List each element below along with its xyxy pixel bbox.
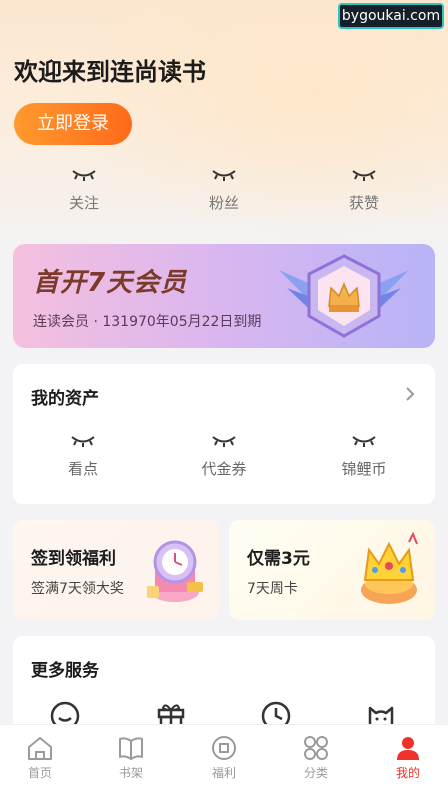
stat-label: 粉丝	[208, 194, 239, 212]
vip-badge-icon	[279, 254, 409, 338]
assets-title: 我的资产	[31, 389, 99, 409]
gift-clock-icon	[147, 540, 203, 602]
weekly-card-promo[interactable]: 仅需3元 7天周卡	[229, 520, 435, 620]
promo-title: 签到领福利	[31, 549, 116, 569]
tab-bookshelf[interactable]: 书架	[91, 725, 171, 788]
tab-label: 首页	[27, 766, 52, 780]
chevron-right-icon[interactable]	[405, 386, 415, 402]
grid-icon	[304, 736, 328, 760]
hidden-eye-icon	[352, 436, 376, 447]
hidden-eye-icon	[71, 436, 95, 447]
login-button[interactable]: 立即登录	[14, 103, 132, 145]
tab-home[interactable]: 首页	[0, 725, 80, 788]
asset-label: 代金券	[201, 460, 247, 478]
asset-label: 看点	[67, 460, 98, 478]
stat-fans[interactable]: 粉丝	[174, 168, 274, 213]
promo-title: 仅需3元	[247, 549, 310, 569]
tab-label: 我的	[395, 766, 420, 780]
vip-subtitle: 连读会员 · 131970年05月22日到期	[33, 314, 262, 330]
crown-treasure-icon	[361, 532, 418, 604]
asset-points[interactable]: 看点	[33, 434, 133, 479]
tab-category[interactable]: 分类	[276, 725, 356, 788]
hidden-eye-icon	[212, 436, 236, 447]
watermark: bygoukai.com	[338, 3, 444, 29]
tab-mine[interactable]: 我的	[368, 725, 448, 788]
user-icon	[397, 737, 419, 760]
tab-welfare[interactable]: 福利	[184, 725, 264, 788]
assets-card: 我的资产 看点 代金券 锦鲤币	[13, 364, 435, 504]
asset-label: 锦鲤币	[341, 460, 387, 478]
stat-label: 关注	[68, 194, 99, 212]
tab-label: 分类	[303, 766, 328, 780]
services-title: 更多服务	[31, 661, 99, 681]
promo-subtitle: 7天周卡	[247, 581, 298, 597]
welcome-title: 欢迎来到连尚读书	[14, 58, 206, 86]
tab-label: 书架	[118, 766, 143, 780]
stat-likes[interactable]: 获赞	[314, 168, 414, 213]
tab-label: 福利	[211, 766, 236, 780]
hidden-eye-icon	[212, 170, 236, 181]
stat-label: 获赞	[348, 194, 379, 212]
checkin-promo-card[interactable]: 签到领福利 签满7天领大奖	[13, 520, 219, 620]
coin-icon	[212, 736, 236, 760]
home-icon	[28, 737, 52, 760]
asset-koi-coin[interactable]: 锦鲤币	[314, 434, 414, 479]
hidden-eye-icon	[352, 170, 376, 181]
promo-subtitle: 签满7天领大奖	[31, 581, 124, 597]
vip-title: 首开7天会员	[33, 268, 188, 298]
asset-voucher[interactable]: 代金券	[174, 434, 274, 479]
bottom-tab-bar: 首页 书架 福利 分类 我的	[0, 724, 448, 788]
profile-stats: 关注 粉丝 获赞	[0, 168, 448, 218]
hidden-eye-icon	[72, 170, 96, 181]
vip-banner[interactable]: 首开7天会员 连读会员 · 131970年05月22日到期	[13, 244, 435, 348]
stat-follow[interactable]: 关注	[34, 168, 134, 213]
book-icon	[119, 737, 143, 760]
